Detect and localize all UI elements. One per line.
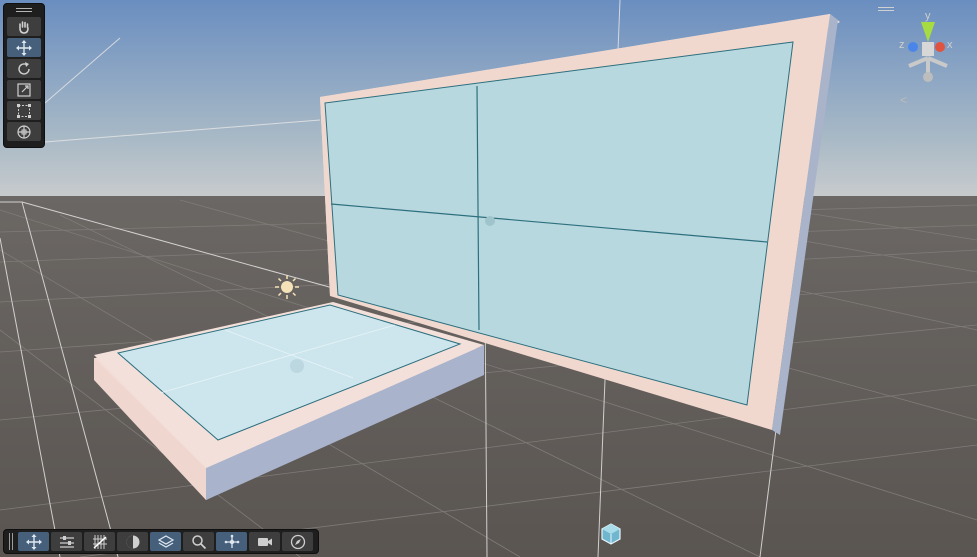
transform-tool-button[interactable] bbox=[7, 122, 41, 141]
view-options-button[interactable] bbox=[150, 532, 181, 551]
cameras-button[interactable] bbox=[249, 532, 280, 551]
tool-settings-button[interactable] bbox=[51, 532, 82, 551]
hand-icon bbox=[19, 20, 29, 34]
pivot-icon bbox=[224, 534, 239, 548]
gizmo-y-label: y bbox=[925, 10, 931, 22]
overlay-toolbar bbox=[3, 529, 319, 554]
scale-icon bbox=[17, 82, 31, 97]
camera-view-icon[interactable] bbox=[599, 522, 623, 546]
draw-mode-button[interactable] bbox=[117, 532, 148, 551]
move-tool-button[interactable] bbox=[7, 38, 41, 57]
compass-icon bbox=[290, 534, 305, 549]
rect-tool-button[interactable] bbox=[7, 101, 41, 120]
scene-viewport[interactable] bbox=[0, 0, 977, 557]
camera-icon bbox=[257, 537, 272, 546]
layers-icon bbox=[157, 534, 174, 548]
overlay-toolbar-grip[interactable] bbox=[7, 533, 15, 550]
shading-sphere-icon bbox=[126, 535, 139, 548]
hand-tool-button[interactable] bbox=[7, 17, 41, 36]
scale-tool-button[interactable] bbox=[7, 80, 41, 99]
rect-transform-icon bbox=[17, 103, 31, 118]
gizmo-x-label: x bbox=[947, 39, 953, 51]
gizmo-z-label: z bbox=[899, 39, 905, 51]
grid-snap-icon bbox=[92, 534, 107, 549]
search-icon bbox=[191, 534, 206, 549]
transform-icon bbox=[17, 124, 31, 139]
rotate-icon bbox=[18, 61, 30, 75]
search-button[interactable] bbox=[183, 532, 214, 551]
rotate-tool-button[interactable] bbox=[7, 59, 41, 78]
orientation-button[interactable] bbox=[282, 532, 313, 551]
sliders-icon bbox=[59, 535, 74, 548]
tools-overlay bbox=[3, 3, 45, 148]
projection-label[interactable]: < bbox=[900, 93, 907, 107]
gizmo-menu[interactable] bbox=[878, 7, 894, 13]
grid-snapping-button[interactable] bbox=[84, 532, 115, 551]
directional-light-icon[interactable] bbox=[275, 275, 299, 299]
transform-tools-button[interactable] bbox=[18, 532, 49, 551]
overlay-grip[interactable] bbox=[4, 6, 44, 14]
move-arrows-icon bbox=[25, 533, 42, 550]
pivot-button[interactable] bbox=[216, 532, 247, 551]
move-arrows-icon bbox=[16, 39, 32, 56]
